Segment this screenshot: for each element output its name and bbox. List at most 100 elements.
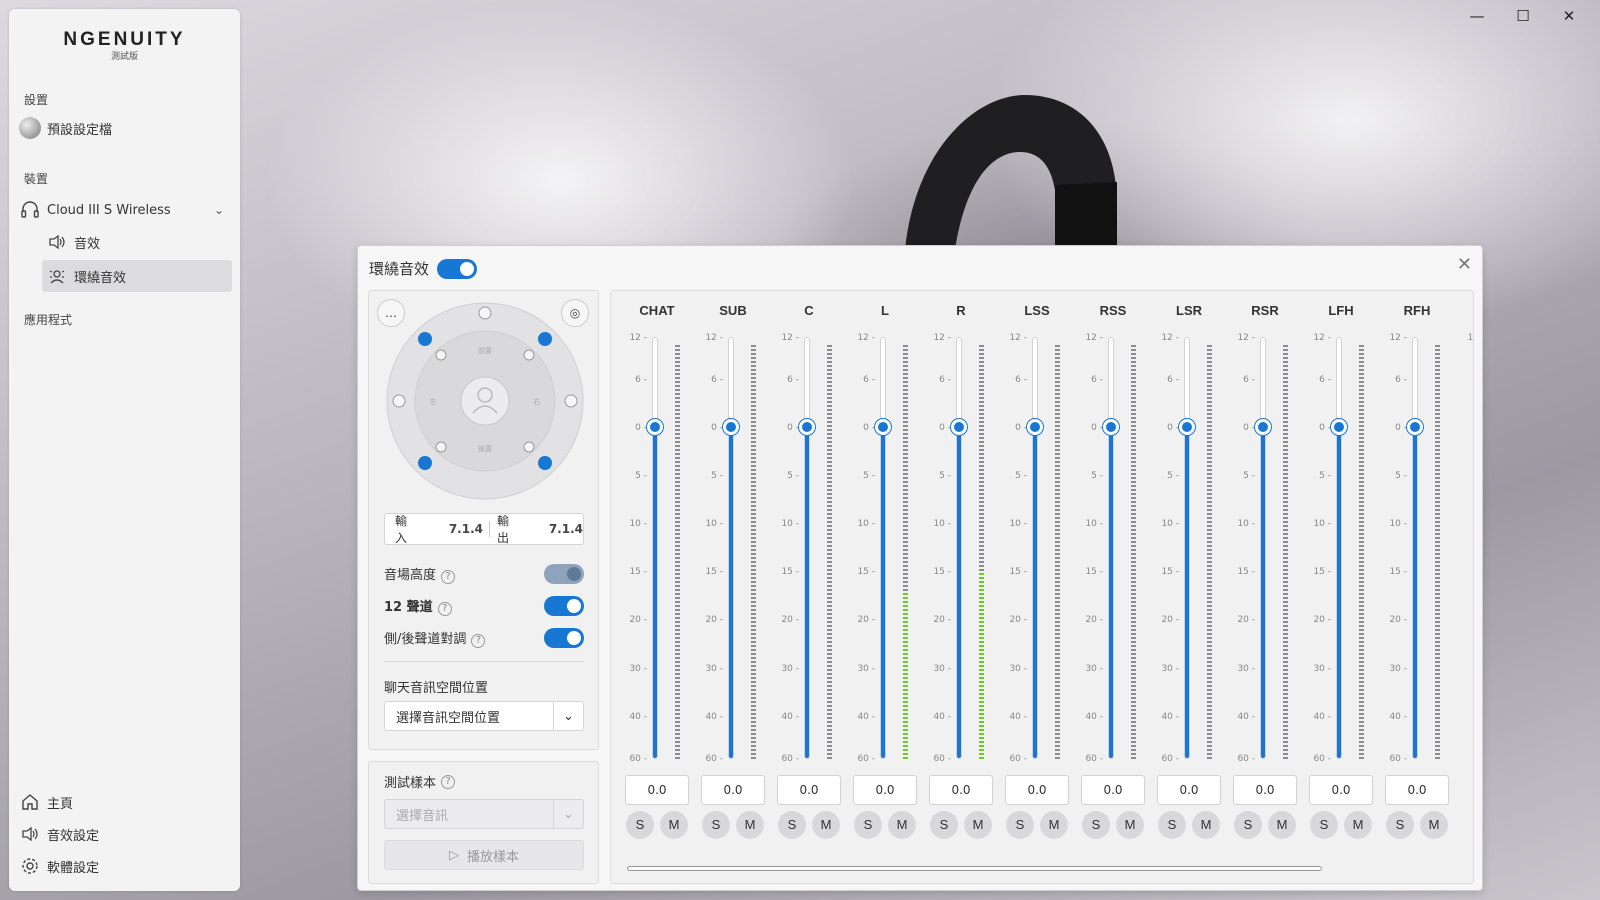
speaker-label-right: 右 xyxy=(534,397,541,406)
gain-slider-knob[interactable] xyxy=(1103,419,1119,435)
gain-slider-track[interactable] xyxy=(1108,337,1114,759)
speaker-map: 前置 左 右 後置 xyxy=(386,302,584,500)
close-window-button[interactable]: ✕ xyxy=(1546,4,1592,28)
mute-button[interactable]: M xyxy=(1116,811,1144,839)
gain-value-input[interactable]: 0.0 xyxy=(625,775,689,805)
gain-slider-track[interactable] xyxy=(1336,337,1342,759)
surround-toggle[interactable] xyxy=(437,258,478,279)
solo-button[interactable]: S xyxy=(1234,811,1262,839)
home-icon xyxy=(19,791,41,813)
mute-button[interactable]: M xyxy=(660,811,688,839)
play-sample-button[interactable]: ▷ 播放樣本 xyxy=(384,840,584,870)
gain-slider-knob[interactable] xyxy=(951,419,967,435)
gain-slider-knob[interactable] xyxy=(647,419,663,435)
gain-value-input[interactable]: 0.0 xyxy=(1309,775,1373,805)
gain-value-input[interactable]: 0.0 xyxy=(1081,775,1145,805)
sidebar-item-software-settings[interactable]: 軟體設定 xyxy=(19,855,99,877)
scale-tick: 30 - xyxy=(1237,664,1255,674)
mute-button[interactable]: M xyxy=(888,811,916,839)
mute-button[interactable]: M xyxy=(1268,811,1296,839)
gain-slider-knob[interactable] xyxy=(1027,419,1043,435)
sidebar-item-surround[interactable]: 環繞音效 xyxy=(42,260,232,292)
12-channel-toggle[interactable] xyxy=(544,596,584,616)
gain-slider-knob[interactable] xyxy=(799,419,815,435)
maximize-button[interactable]: ☐ xyxy=(1500,4,1546,28)
soundstage-height-toggle[interactable] xyxy=(544,564,584,584)
devices-section-label: 裝置 xyxy=(24,172,49,186)
close-icon[interactable]: ✕ xyxy=(1457,254,1472,275)
solo-button[interactable]: S xyxy=(778,811,806,839)
sidebar-item-sound-settings[interactable]: 音效設定 xyxy=(19,823,99,845)
solo-button[interactable]: S xyxy=(1006,811,1034,839)
chat-position-select[interactable]: 選擇音訊空間位置 ⌄ xyxy=(384,701,584,731)
gain-slider-knob[interactable] xyxy=(1331,419,1347,435)
scale-tick: 30 - xyxy=(933,664,951,674)
solo-button[interactable]: S xyxy=(1158,811,1186,839)
solo-button[interactable]: S xyxy=(930,811,958,839)
gain-slider-track[interactable] xyxy=(804,337,810,759)
gain-slider-track[interactable] xyxy=(1184,337,1190,759)
gain-value-input[interactable]: 0.0 xyxy=(1157,775,1221,805)
mute-button[interactable]: M xyxy=(964,811,992,839)
solo-button[interactable]: S xyxy=(1310,811,1338,839)
chevron-down-icon[interactable]: ⌄ xyxy=(214,203,224,217)
mute-button[interactable]: M xyxy=(1344,811,1372,839)
gain-slider-knob[interactable] xyxy=(1179,419,1195,435)
gain-slider-track[interactable] xyxy=(652,337,658,759)
option-soundstage-height: 音場高度? xyxy=(384,564,584,584)
minimize-button[interactable]: — xyxy=(1454,4,1500,28)
solo-button[interactable]: S xyxy=(626,811,654,839)
channel-strip: 12 xyxy=(1455,291,1473,883)
gain-slider-track[interactable] xyxy=(728,337,734,759)
scale-tick: 60 - xyxy=(857,754,875,764)
gain-slider-track[interactable] xyxy=(880,337,886,759)
gain-value-input[interactable]: 0.0 xyxy=(853,775,917,805)
scale-tick: 30 - xyxy=(1161,664,1179,674)
help-icon[interactable]: ? xyxy=(437,601,452,616)
sidebar-item-label: 軟體設定 xyxy=(47,860,100,876)
sidebar-item-device[interactable]: Cloud III S Wireless ⌄ xyxy=(19,199,224,221)
help-icon[interactable]: ? xyxy=(441,569,456,584)
mute-button[interactable]: M xyxy=(1192,811,1220,839)
gain-value-input[interactable]: 0.0 xyxy=(1385,775,1449,805)
chat-bubble-icon[interactable]: … xyxy=(377,299,405,327)
gain-slider-track[interactable] xyxy=(1412,337,1418,759)
gain-slider-knob[interactable] xyxy=(723,419,739,435)
solo-button[interactable]: S xyxy=(854,811,882,839)
sidebar-item-preset[interactable]: 預設設定檔 xyxy=(19,117,112,139)
help-icon[interactable]: ? xyxy=(471,633,486,648)
speaker-label-left: 左 xyxy=(430,397,437,406)
gain-slider-track[interactable] xyxy=(1260,337,1266,759)
settings-section-label: 設置 xyxy=(24,93,49,107)
mute-button[interactable]: M xyxy=(812,811,840,839)
gain-value-input[interactable]: 0.0 xyxy=(1005,775,1069,805)
speaker-box-icon[interactable]: ◎ xyxy=(561,299,589,327)
gain-value-input[interactable]: 0.0 xyxy=(701,775,765,805)
gain-slider-track[interactable] xyxy=(1032,337,1038,759)
mute-button[interactable]: M xyxy=(736,811,764,839)
gain-value-input[interactable]: 0.0 xyxy=(1233,775,1297,805)
sidebar-item-audio[interactable]: 音效 xyxy=(46,231,100,253)
mute-button[interactable]: M xyxy=(1040,811,1068,839)
gain-slider-fill xyxy=(729,426,733,758)
scale-tick: 0 - xyxy=(1091,423,1103,433)
channel-strip: RFH 12 - 6 - 0 - 5 - 10 - 15 - 20 - 30 - 40 - 60 -… xyxy=(1379,291,1455,883)
gain-slider-knob[interactable] xyxy=(1255,419,1271,435)
gain-slider-knob[interactable] xyxy=(875,419,891,435)
sidebar-item-home[interactable]: 主頁 xyxy=(19,791,73,813)
gain-value-input[interactable]: 0.0 xyxy=(777,775,841,805)
scale-tick: 20 - xyxy=(1237,615,1255,625)
scale-tick: 40 - xyxy=(933,712,951,722)
solo-button[interactable]: S xyxy=(702,811,730,839)
mute-button[interactable]: M xyxy=(1420,811,1448,839)
solo-button[interactable]: S xyxy=(1386,811,1414,839)
help-icon[interactable]: ? xyxy=(441,774,456,789)
scale-tick: 6 - xyxy=(1395,375,1407,385)
solo-button[interactable]: S xyxy=(1082,811,1110,839)
gain-slider-track[interactable] xyxy=(956,337,962,759)
swap-side-rear-toggle[interactable] xyxy=(544,628,584,648)
gain-value-input[interactable]: 0.0 xyxy=(929,775,993,805)
test-sample-select[interactable]: 選擇音訊 ⌄ xyxy=(384,799,584,829)
gain-slider-knob[interactable] xyxy=(1407,419,1423,435)
scale-tick: 6 - xyxy=(1167,375,1179,385)
